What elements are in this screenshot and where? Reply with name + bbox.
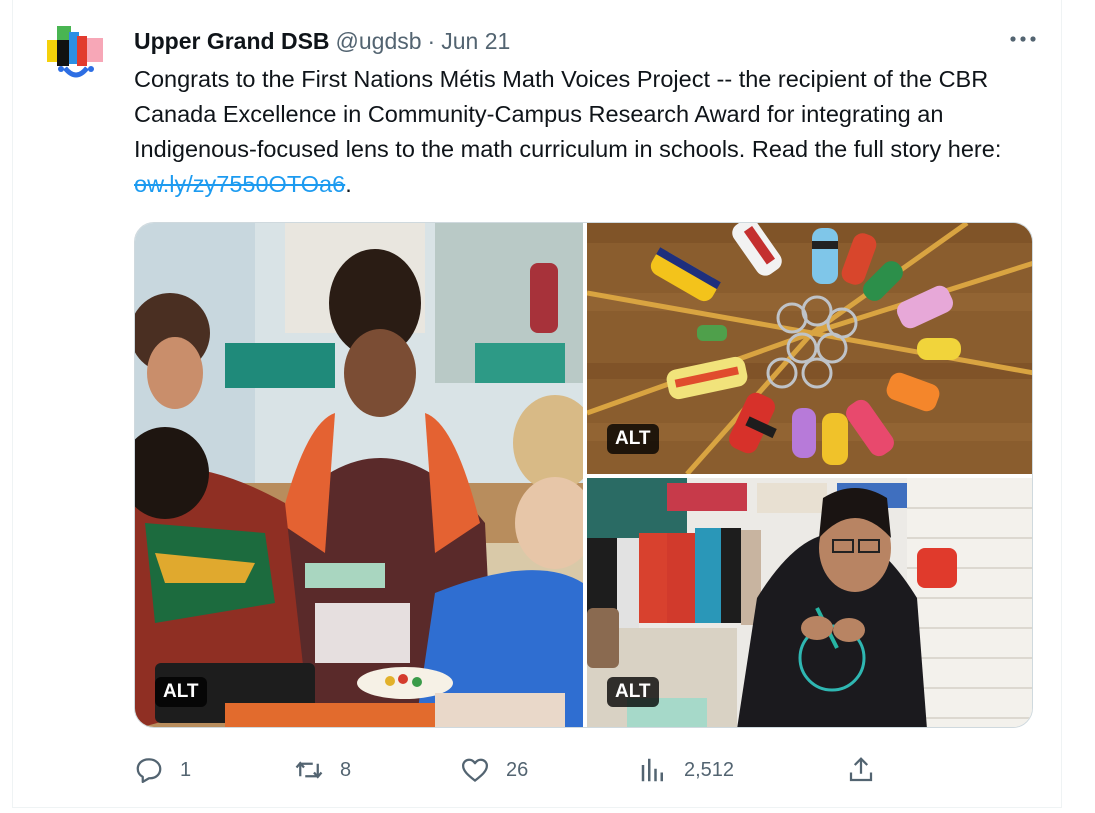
media-photo-beading[interactable]: ALT <box>587 478 1032 727</box>
more-button[interactable] <box>1003 24 1043 54</box>
tweet-card[interactable]: Upper Grand DSB @ugdsb · Jun 21 Congrats… <box>12 0 1062 808</box>
share-icon <box>849 757 873 782</box>
retweet-button[interactable]: 8 <box>294 752 351 788</box>
heart-icon <box>462 758 488 782</box>
share-button[interactable] <box>846 752 892 788</box>
tweet-link[interactable]: ow.ly/zy7550OTOa6 <box>134 171 345 197</box>
views-chart-icon <box>641 758 663 782</box>
retweet-icon <box>295 761 323 779</box>
like-count: 26 <box>506 758 529 781</box>
more-horizontal-icon <box>1010 36 1036 42</box>
alt-badge[interactable]: ALT <box>155 677 207 707</box>
tweet-date[interactable]: Jun 21 <box>441 28 510 55</box>
media-photo-beadwork[interactable]: ALT <box>587 223 1032 474</box>
author-handle[interactable]: @ugdsb <box>336 28 422 55</box>
like-button[interactable]: 26 <box>460 752 528 788</box>
alt-badge[interactable]: ALT <box>607 424 659 454</box>
views-button[interactable]: 2,512 <box>638 752 734 788</box>
tweet-text-end: . <box>345 171 352 197</box>
action-bar: 1 8 26 2,512 <box>134 752 894 788</box>
reply-count: 1 <box>180 758 192 781</box>
alt-badge[interactable]: ALT <box>607 677 659 707</box>
view-count: 2,512 <box>684 758 735 781</box>
reply-icon <box>136 758 162 783</box>
tweet-text-main: Congrats to the First Nations Métis Math… <box>134 66 1002 162</box>
separator-dot: · <box>427 27 436 54</box>
tweet-header: Upper Grand DSB @ugdsb · Jun 21 <box>134 26 1041 56</box>
ugdsb-logo-icon <box>45 24 107 86</box>
retweet-count: 8 <box>340 758 352 781</box>
classroom-photo-image <box>135 223 583 727</box>
media-photo-classroom[interactable]: ALT <box>135 223 583 727</box>
tweet-text: Congrats to the First Nations Métis Math… <box>134 62 1034 202</box>
media-grid: ALT ALT ALT <box>134 222 1033 728</box>
reply-button[interactable]: 1 <box>134 752 191 788</box>
avatar[interactable] <box>43 22 109 88</box>
author-name[interactable]: Upper Grand DSB <box>134 28 330 55</box>
